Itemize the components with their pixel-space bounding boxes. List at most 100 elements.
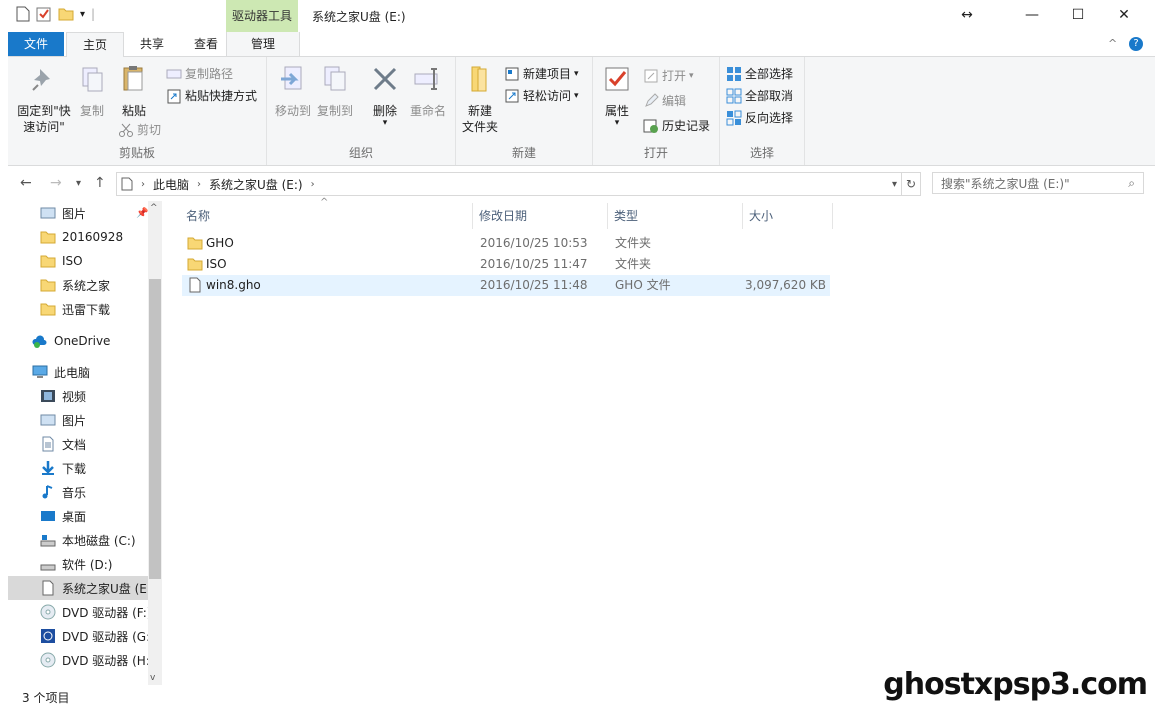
breadcrumb-separator-icon: ›: [310, 178, 315, 190]
minimize-button[interactable]: —: [1009, 0, 1055, 30]
nav-item-dvd-f[interactable]: DVD 驱动器 (F:): [40, 600, 152, 624]
scroll-down-chevron-icon[interactable]: v: [150, 673, 155, 683]
nav-item-drive-d[interactable]: 软件 (D:): [40, 552, 112, 576]
paste-shortcut-button[interactable]: 粘贴快捷方式: [166, 87, 257, 104]
cut-button[interactable]: 剪切: [118, 121, 161, 138]
tab-file[interactable]: 文件: [8, 32, 64, 56]
scroll-up-chevron-icon[interactable]: ^: [150, 203, 158, 213]
nav-item-dvd-g[interactable]: DVD 驱动器 (G:: [40, 624, 150, 648]
nav-scrollbar[interactable]: ^ v: [148, 201, 162, 685]
nav-item-documents[interactable]: 文档: [40, 432, 86, 456]
collapse-ribbon-chevron-icon[interactable]: ^: [1108, 37, 1117, 50]
pin-quick-access-button[interactable]: 固定到"快 速访问": [12, 63, 76, 135]
properties-check-icon[interactable]: [36, 6, 52, 22]
nav-item-iso[interactable]: ISO: [40, 249, 83, 273]
open-button[interactable]: 打开 ▾: [643, 67, 694, 84]
nav-item-this-pc[interactable]: 此电脑: [32, 360, 90, 384]
refresh-icon[interactable]: ↻: [902, 172, 921, 196]
address-bar[interactable]: › 此电脑 › 系统之家U盘 (E:) › ▾: [116, 172, 902, 196]
table-row[interactable]: GHO 2016/10/25 10:53 文件夹: [182, 233, 830, 254]
move-to-label: 移动到: [274, 104, 311, 118]
nav-item-videos[interactable]: 视频: [40, 384, 86, 408]
folder-icon: [40, 231, 56, 244]
nav-item-pictures-quick[interactable]: 图片 📌: [40, 201, 148, 225]
nav-item-desktop[interactable]: 桌面: [40, 504, 86, 528]
maximize-button[interactable]: ☐: [1055, 0, 1101, 30]
close-button[interactable]: ✕: [1101, 0, 1147, 30]
nav-item-drive-e[interactable]: 系统之家U盘 (E:: [8, 576, 151, 600]
nav-item-20160928[interactable]: 20160928: [40, 225, 123, 249]
new-folder-button[interactable]: 新建 文件夹: [460, 63, 500, 135]
copy-to-label: 复制到: [316, 104, 353, 118]
column-header-name[interactable]: 名称: [180, 203, 473, 229]
breadcrumb-drive-e[interactable]: 系统之家U盘 (E:): [209, 176, 303, 193]
search-input[interactable]: 搜索"系统之家U盘 (E:)": [941, 175, 1070, 192]
properties-button[interactable]: 属性 ▾: [599, 63, 635, 128]
nav-item-xunlei[interactable]: 迅雷下载: [40, 297, 110, 321]
nav-label: 文档: [62, 437, 87, 452]
paste-button[interactable]: 粘贴: [114, 63, 154, 119]
properties-chevron-icon[interactable]: ▾: [599, 119, 635, 128]
nav-label: 迅雷下载: [62, 302, 111, 317]
copy-path-button[interactable]: 复制路径: [166, 65, 233, 82]
nav-item-downloads[interactable]: 下载: [40, 456, 86, 480]
column-header-size[interactable]: 大小: [743, 203, 833, 229]
customize-qat-chevron-icon[interactable]: ▾: [80, 9, 85, 20]
nav-item-onedrive[interactable]: OneDrive: [32, 329, 110, 353]
column-header-type[interactable]: 类型: [608, 203, 743, 229]
search-box[interactable]: 搜索"系统之家U盘 (E:)" ⌕: [932, 172, 1144, 194]
column-header-modified[interactable]: 修改日期: [473, 203, 608, 229]
title-bar: ▾ | 驱动器工具 系统之家U盘 (E:) ↔ — ☐ ✕: [0, 0, 1155, 32]
nav-item-pictures[interactable]: 图片: [40, 408, 86, 432]
file-modified: 2016/10/25 10:53: [480, 236, 588, 250]
scissors-icon: [119, 123, 133, 137]
nav-item-xitong[interactable]: 系统之家: [40, 273, 110, 297]
copy-to-button[interactable]: 复制到: [315, 63, 355, 119]
breadcrumb-separator-icon: ›: [141, 178, 145, 190]
invert-selection-button[interactable]: 反向选择: [726, 109, 793, 126]
tab-manage[interactable]: 管理: [226, 32, 300, 56]
easy-access-button[interactable]: 轻松访问 ▾: [504, 87, 579, 104]
clipboard-group-label: 剪贴板: [118, 146, 155, 160]
nav-label: 下载: [62, 461, 87, 476]
nav-scrollbar-thumb[interactable]: [149, 279, 161, 579]
table-row[interactable]: win8.gho 2016/10/25 11:48 GHO 文件 3,097,6…: [182, 275, 830, 296]
tab-home[interactable]: 主页: [66, 32, 124, 58]
drive-icon: [121, 177, 133, 191]
nav-item-music[interactable]: 音乐: [40, 480, 86, 504]
hard-drive-icon: [40, 564, 56, 571]
back-arrow-icon[interactable]: ←: [20, 175, 32, 191]
navigation-pane: 图片 📌 20160928 ISO 系统之家 迅雷下载 OneDrive 此电脑…: [8, 201, 162, 685]
new-folder-icon[interactable]: [58, 6, 74, 22]
copy-button[interactable]: 复制: [74, 63, 110, 119]
recent-locations-chevron-icon[interactable]: ▾: [76, 178, 81, 189]
delete-button[interactable]: 删除 ▾: [367, 63, 403, 128]
select-none-icon: [726, 88, 742, 103]
address-dropdown-chevron-icon[interactable]: ▾: [892, 179, 897, 190]
breadcrumb-this-pc[interactable]: 此电脑: [153, 176, 189, 193]
up-arrow-icon[interactable]: ↑: [94, 175, 106, 191]
qat-divider: |: [91, 7, 96, 21]
forward-arrow-icon[interactable]: →: [50, 175, 62, 191]
select-all-button[interactable]: 全部选择: [726, 65, 793, 82]
edit-button[interactable]: 编辑: [643, 92, 686, 109]
new-folder-big-icon: [471, 66, 487, 92]
nav-item-drive-c[interactable]: 本地磁盘 (C:): [40, 528, 136, 552]
new-group: 新建 文件夹 新建项目 ▾ 轻松访问 ▾ 新建: [456, 57, 593, 165]
tab-share[interactable]: 共享: [124, 32, 180, 56]
new-document-icon[interactable]: [16, 6, 30, 22]
watermark-text: ghostxpsp3.com: [883, 667, 1148, 702]
pictures-icon: [40, 414, 56, 426]
properties-icon: [605, 67, 629, 91]
move-to-button[interactable]: 移动到: [273, 63, 313, 119]
rename-button[interactable]: 重命名: [407, 63, 449, 119]
help-icon[interactable]: ?: [1129, 37, 1143, 51]
pin-label-2: 速访问": [23, 120, 65, 134]
table-row[interactable]: ISO 2016/10/25 11:47 文件夹: [182, 254, 830, 275]
select-none-button[interactable]: 全部取消: [726, 87, 793, 104]
new-item-button[interactable]: 新建项目 ▾: [504, 65, 579, 82]
history-button[interactable]: 历史记录: [643, 117, 710, 134]
nav-item-dvd-h[interactable]: DVD 驱动器 (H:: [40, 648, 150, 672]
video-icon: [41, 390, 55, 402]
delete-dropdown-chevron-icon[interactable]: ▾: [367, 119, 403, 128]
